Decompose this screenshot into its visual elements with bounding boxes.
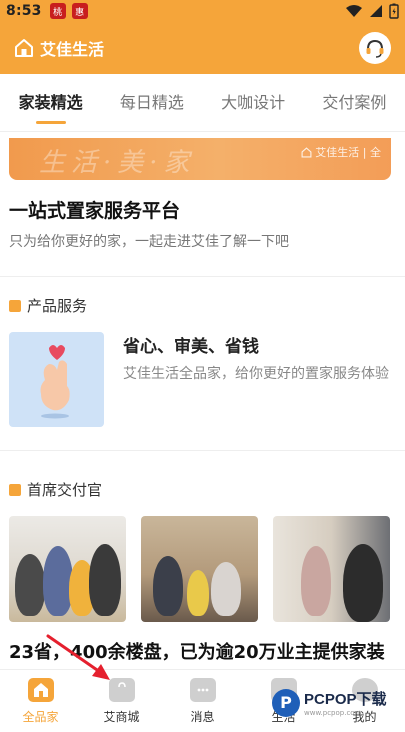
status-bar: 8:53 桃 惠 [0, 0, 405, 22]
watermark-subtext: www.pcpop.com [304, 709, 362, 717]
app-logo: 艾佳生活 [14, 36, 104, 60]
section-marker-icon [9, 299, 21, 312]
delivery-photo-carousel[interactable] [9, 516, 405, 622]
delivery-photo[interactable] [141, 516, 258, 622]
home-icon [27, 678, 54, 702]
app-header: 艾佳生活 [0, 22, 405, 74]
banner-brand-text: 艾佳生活 | 全 [315, 146, 381, 159]
product-section-label: 产品服务 [27, 297, 88, 315]
battery-icon [389, 3, 399, 19]
home-outline-icon [301, 146, 312, 157]
nav-item-shop[interactable]: 艾商城 [81, 670, 162, 732]
product-section-heading: 产品服务 [9, 295, 87, 316]
customer-service-button[interactable] [359, 32, 391, 64]
delivery-photo[interactable] [273, 516, 390, 622]
delivery-photo[interactable] [9, 516, 126, 622]
delivery-headline: 23省，400余楼盘，已为逾20万业主提供家装 [9, 642, 385, 663]
delivery-section-label: 首席交付官 [27, 481, 103, 499]
tab-daily-selection[interactable]: 每日精选 [101, 74, 202, 132]
tab-master-design[interactable]: 大咖设计 [203, 74, 304, 132]
status-app-icon: 桃 [49, 3, 66, 19]
watermark-text: PCPOP下载 [304, 691, 387, 708]
status-app-icon: 惠 [71, 3, 88, 19]
nav-item-full-home[interactable]: 全品家 [0, 670, 81, 732]
finger-heart-hand-icon [40, 344, 70, 418]
banner-script-text: 生活·美·家 [39, 148, 196, 178]
product-image[interactable] [9, 332, 104, 427]
section-marker-icon [9, 483, 21, 496]
nav-item-messages[interactable]: 消息 [162, 670, 243, 732]
tab-home-selection[interactable]: 家装精选 [0, 74, 101, 132]
app-title: 艾佳生活 [40, 40, 105, 59]
tab-delivery-cases[interactable]: 交付案例 [304, 74, 405, 132]
nav-label: 艾商城 [103, 710, 140, 724]
section-divider [0, 450, 405, 451]
intro-title: 一站式置家服务平台 [9, 200, 181, 222]
banner-brand-mark: 艾佳生活 | 全 [301, 144, 381, 160]
product-card-title: 省心、审美、省钱 [123, 337, 259, 357]
status-app-icons: 桃 惠 [49, 3, 88, 19]
watermark-logo-icon: P [272, 688, 300, 717]
delivery-section-heading: 首席交付官 [9, 479, 102, 500]
intro-subtitle: 只为给你更好的家，一起走进艾佳了解一下吧 [9, 234, 289, 250]
site-watermark: P PCPOP下载 www.pcpop.com [272, 688, 387, 717]
intro-section: 一站式置家服务平台 只为给你更好的家，一起走进艾佳了解一下吧 [9, 196, 397, 251]
nav-label: 全品家 [22, 710, 59, 724]
chat-bubble-icon [189, 678, 216, 702]
promo-banner[interactable]: 生活·美·家 艾佳生活 | 全 [9, 138, 391, 180]
wifi-icon [346, 5, 362, 17]
shopping-bag-icon [108, 678, 135, 702]
category-tabs: 家装精选 每日精选 大咖设计 交付案例 [0, 74, 405, 132]
headset-icon [366, 39, 384, 58]
product-card-description: 艾佳生活全品家，给你更好的置家服务体验 [123, 366, 389, 382]
home-outline-icon [15, 39, 33, 57]
nav-label: 消息 [190, 710, 215, 724]
section-divider [0, 276, 405, 277]
status-time: 8:53 [6, 3, 42, 19]
signal-icon [370, 5, 382, 17]
status-indicators [345, 3, 399, 19]
